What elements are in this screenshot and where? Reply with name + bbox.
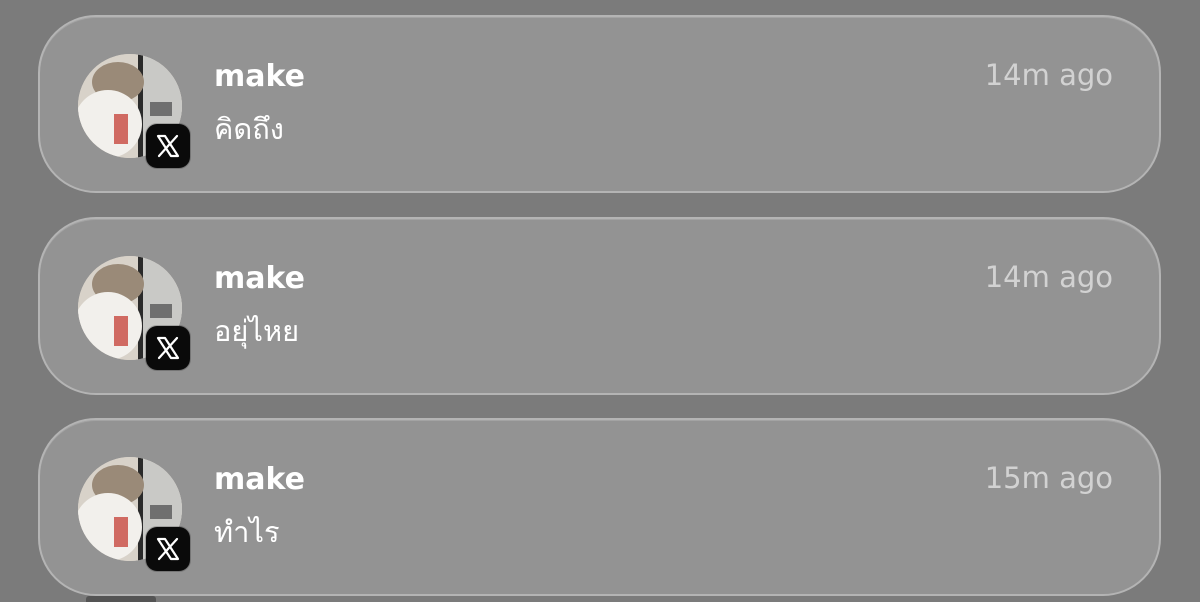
- notification-sender: make: [214, 462, 305, 497]
- notification-time: 14m ago: [984, 58, 1113, 92]
- notification-time: 15m ago: [984, 461, 1113, 495]
- notification-card[interactable]: make ทำไร 15m ago: [38, 418, 1161, 596]
- notification-message: คิดถึง: [214, 112, 284, 146]
- next-notification-edge: [86, 596, 156, 602]
- notification-message: อยุ่ไหย: [214, 314, 300, 348]
- x-logo-icon: [146, 124, 190, 168]
- notification-time: 14m ago: [984, 260, 1113, 294]
- x-logo-icon: [146, 326, 190, 370]
- notification-sender: make: [214, 261, 305, 296]
- notification-sender: make: [214, 59, 305, 94]
- notification-card[interactable]: make คิดถึง 14m ago: [38, 15, 1161, 193]
- x-logo-icon: [146, 527, 190, 571]
- notification-card[interactable]: make อยุ่ไหย 14m ago: [38, 217, 1161, 395]
- notification-message: ทำไร: [214, 515, 280, 549]
